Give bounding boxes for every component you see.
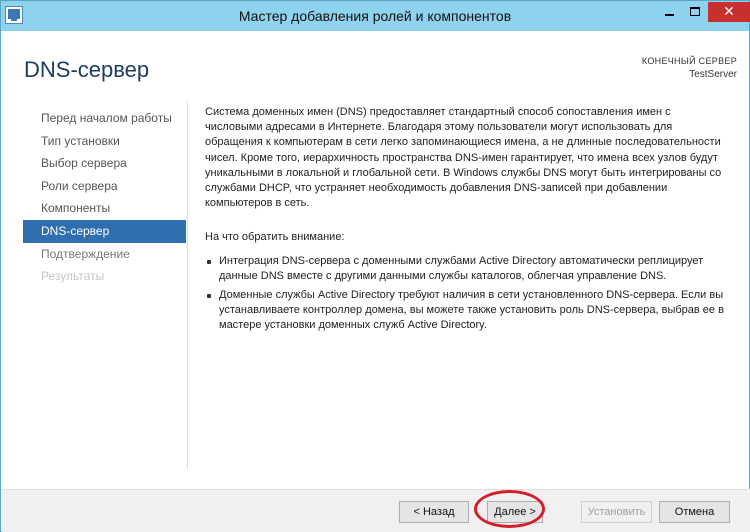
nav-item-before-you-begin[interactable]: Перед началом работы — [23, 107, 186, 130]
install-button: Установить — [581, 501, 652, 523]
content-pane: Система доменных имен (DNS) предоставляе… — [205, 105, 725, 338]
title-bar[interactable]: Мастер добавления ролей и компонентов ✕ — [1, 1, 750, 31]
back-button[interactable]: < Назад — [399, 501, 469, 523]
maximize-icon — [690, 7, 700, 16]
close-icon: ✕ — [723, 3, 735, 19]
nav-item-dns-server[interactable]: DNS-сервер — [23, 219, 186, 243]
nav-item-features[interactable]: Компоненты — [23, 197, 186, 220]
intro-text: Система доменных имен (DNS) предоставляе… — [205, 106, 722, 210]
note-item: Интеграция DNS-сервера с доменными служб… — [205, 254, 725, 284]
nav-item-confirmation[interactable]: Подтверждение — [23, 243, 186, 266]
note-item: Доменные службы Active Directory требуют… — [205, 288, 725, 334]
cancel-button[interactable]: Отмена — [659, 501, 730, 523]
minimize-icon — [665, 14, 674, 16]
nav-item-server-selection[interactable]: Выбор сервера — [23, 152, 186, 175]
maximize-button[interactable] — [682, 2, 708, 22]
minimize-button[interactable] — [656, 2, 682, 22]
nav-divider — [187, 101, 188, 469]
wizard-steps-nav: Перед началом работы Тип установки Выбор… — [23, 107, 186, 288]
destination-server: КОНЕЧНЫЙ СЕРВЕР TestServer — [642, 55, 737, 81]
nav-item-installation-type[interactable]: Тип установки — [23, 130, 186, 153]
window-title: Мастер добавления ролей и компонентов — [238, 8, 512, 24]
wizard-window: Мастер добавления ролей и компонентов ✕ … — [0, 0, 750, 532]
nav-item-server-roles[interactable]: Роли сервера — [23, 175, 186, 198]
close-button[interactable]: ✕ — [708, 2, 750, 22]
next-button-highlight-circle — [474, 490, 545, 528]
destination-value: TestServer — [689, 69, 737, 80]
destination-label: КОНЕЧНЫЙ СЕРВЕР — [641, 56, 737, 66]
nav-item-results: Результаты — [41, 269, 105, 284]
page-title: DNS-сервер — [24, 57, 150, 82]
notes-heading: На что обратить внимание: — [205, 231, 345, 244]
wizard-footer: < Назад Далее > Установить Отмена — [2, 489, 750, 532]
